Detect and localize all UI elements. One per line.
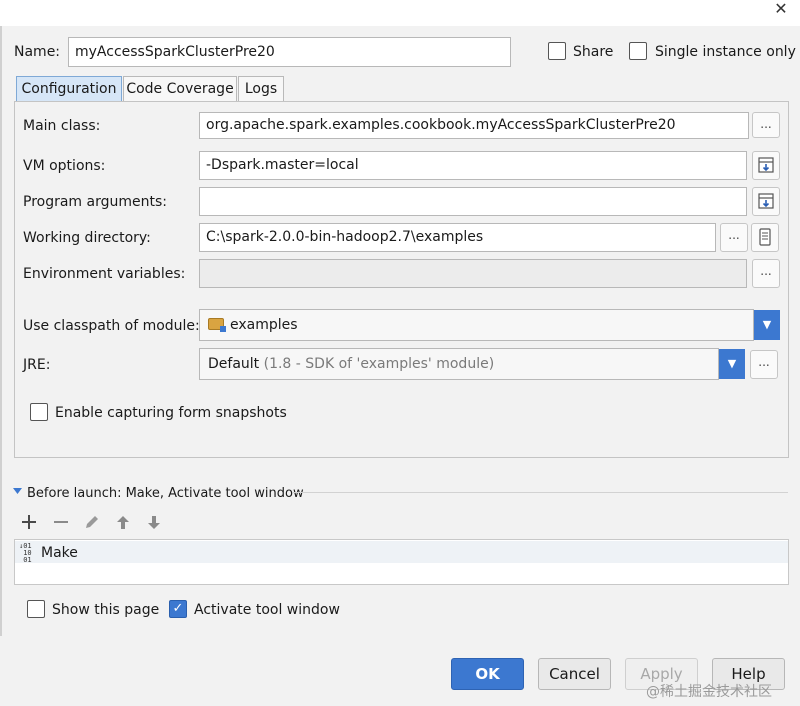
share-checkbox[interactable] [548, 42, 566, 60]
vm-options-expand-button[interactable] [752, 151, 780, 180]
expand-field-icon [758, 193, 774, 209]
working-directory-browse-button[interactable]: ... [720, 223, 748, 252]
snapshots-checkbox[interactable] [30, 403, 48, 421]
jre-detail: (1.8 - SDK of 'examples' module) [263, 356, 495, 372]
title-bar [0, 0, 800, 26]
edit-icon[interactable] [81, 513, 103, 533]
program-arguments-expand-button[interactable] [752, 187, 780, 216]
before-launch-list: ↓01 10 01 Make [14, 539, 789, 585]
expand-field-icon [758, 157, 774, 173]
working-directory-macro-button[interactable] [751, 223, 779, 252]
program-arguments-label: Program arguments: [23, 194, 167, 210]
chevron-down-icon[interactable]: ▼ [719, 349, 745, 379]
before-launch-separator [292, 492, 788, 493]
ok-button[interactable]: OK [451, 658, 524, 690]
main-class-label: Main class: [23, 118, 101, 134]
chevron-down-icon[interactable]: ▼ [754, 310, 780, 340]
left-divider [0, 26, 2, 636]
jre-label: JRE: [23, 357, 51, 373]
snapshots-label: Enable capturing form snapshots [55, 405, 287, 421]
show-page-checkbox[interactable] [27, 600, 45, 618]
add-icon[interactable] [18, 513, 40, 533]
cancel-button[interactable]: Cancel [538, 658, 611, 690]
show-page-label: Show this page [52, 602, 160, 618]
document-icon [759, 228, 771, 246]
list-item[interactable]: ↓01 10 01 Make [15, 541, 788, 564]
environment-variables-edit-button[interactable]: ... [752, 259, 780, 288]
vm-options-label: VM options: [23, 158, 106, 174]
classpath-module-select[interactable]: examples [199, 309, 754, 341]
activate-tool-window-checkbox[interactable]: ✓ [169, 600, 187, 618]
tab-logs[interactable]: Logs [238, 76, 284, 102]
move-up-icon[interactable] [112, 513, 134, 533]
jre-browse-button[interactable]: ... [750, 350, 778, 379]
jre-value: Default [208, 356, 260, 372]
main-class-browse-button[interactable]: ... [752, 112, 780, 138]
program-arguments-input[interactable] [199, 187, 747, 216]
before-launch-label: Before launch: Make, Activate tool windo… [27, 486, 304, 501]
name-input[interactable]: myAccessSparkClusterPre20 [68, 37, 511, 67]
jre-select[interactable]: Default (1.8 - SDK of 'examples' module) [199, 348, 719, 380]
vm-options-input[interactable]: -Dspark.master=local [199, 151, 747, 180]
classpath-module-label: Use classpath of module: [23, 318, 200, 334]
working-directory-input[interactable]: C:\spark-2.0.0-bin-hadoop2.7\examples [199, 223, 716, 252]
environment-variables-label: Environment variables: [23, 266, 186, 282]
environment-variables-input[interactable] [199, 259, 747, 288]
main-class-input[interactable]: org.apache.spark.examples.cookbook.myAcc… [199, 112, 749, 139]
remove-icon[interactable] [50, 513, 72, 533]
close-icon[interactable]: ✕ [770, 0, 792, 20]
list-item-label: Make [41, 545, 78, 561]
tab-code-coverage[interactable]: Code Coverage [123, 76, 237, 102]
single-instance-label: Single instance only [655, 44, 796, 60]
watermark: @稀土掘金技术社区 [646, 684, 772, 700]
classpath-module-value: examples [230, 317, 298, 333]
share-label: Share [573, 44, 614, 60]
collapse-triangle-icon[interactable] [13, 488, 22, 495]
make-binary-icon: ↓01 10 01 [19, 542, 32, 564]
single-instance-checkbox[interactable] [629, 42, 647, 60]
move-down-icon[interactable] [143, 513, 165, 533]
name-label: Name: [14, 44, 61, 60]
activate-tool-window-label: Activate tool window [194, 602, 340, 618]
tab-configuration[interactable]: Configuration [16, 76, 122, 102]
working-directory-label: Working directory: [23, 230, 151, 246]
module-folder-icon [208, 318, 226, 332]
